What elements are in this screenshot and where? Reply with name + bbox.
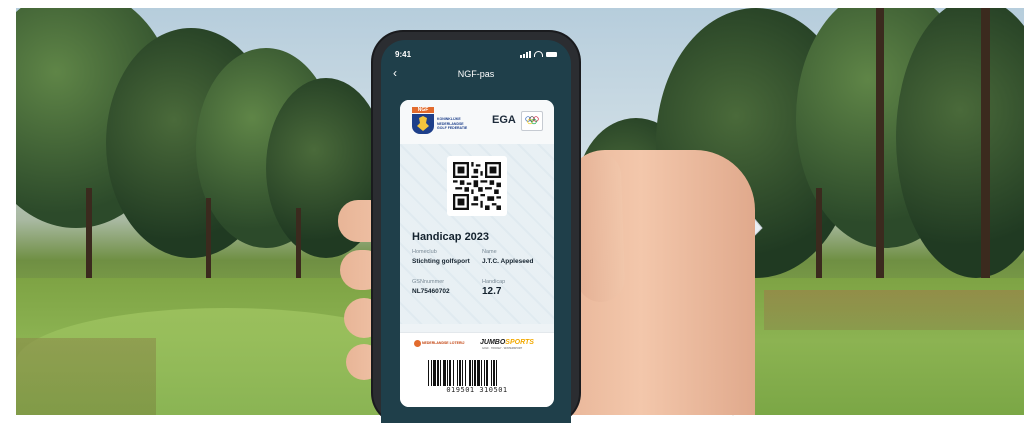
- sponsor-jumbo-suffix: SPORTS: [505, 339, 534, 346]
- sponsor-jumbo-prefix: JUMBO: [480, 339, 506, 346]
- status-time: 9:41: [395, 49, 412, 59]
- ngf-logo-icon: [412, 114, 434, 134]
- sponsor-strip: NEDERLANDSE LOTERIJ JUMBOSPORTS GOLF · H…: [400, 332, 554, 355]
- handicap-label: Handicap: [482, 279, 506, 285]
- name-value: J.T.C. Appleseed: [482, 258, 534, 265]
- rough: [16, 338, 156, 415]
- rough: [764, 290, 1024, 330]
- ngf-name: KONINKLIJKE NEDERLANDSE GOLF FEDERATIE: [437, 117, 477, 131]
- tree-trunk: [981, 8, 990, 298]
- handicap-card[interactable]: NGF KONINKLIJKE NEDERLANDSE GOLF FEDERAT…: [400, 100, 554, 407]
- ega-logo: EGA: [492, 114, 516, 126]
- card-header: NGF KONINKLIJKE NEDERLANDSE GOLF FEDERAT…: [400, 100, 554, 144]
- tree-trunk: [206, 198, 211, 283]
- handicap-value: 12.7: [482, 286, 502, 297]
- sponsor-jumbo-sub: GOLF · HOCKEY · WINTERSPORT: [482, 347, 523, 350]
- homeclub-value: Stichting golfsport: [412, 258, 470, 265]
- sponsor-jumbo: JUMBOSPORTS: [480, 339, 534, 346]
- nav-title: NGF-pas: [457, 69, 495, 79]
- smartphone: 9:41 ‹ NGF-pas NGF KONINKLIJKE NEDERLAND…: [373, 32, 579, 423]
- tree-trunk: [296, 208, 301, 283]
- barcode-number: 019501 310501: [446, 386, 508, 394]
- barcode-area: 019501 310501: [400, 354, 554, 407]
- homeclub-label: Homeclub: [412, 249, 437, 255]
- ngf-name-line: GOLF FEDERATIE: [437, 126, 468, 130]
- signal-icon: [520, 50, 531, 58]
- phone-screen: 9:41 ‹ NGF-pas NGF KONINKLIJKE NEDERLAND…: [381, 40, 571, 423]
- olympic-logo-icon: [521, 111, 543, 131]
- status-icons: [520, 50, 557, 58]
- qr-code: [447, 156, 507, 216]
- thumb: [572, 151, 626, 303]
- tree-trunk: [86, 188, 92, 283]
- sponsor-lottery: NEDERLANDSE LOTERIJ: [422, 341, 465, 345]
- gsn-value: NL75460702: [412, 288, 450, 295]
- name-label: Name: [482, 249, 497, 255]
- card-title: Handicap 2023: [412, 231, 490, 243]
- wifi-icon: [534, 51, 543, 57]
- battery-icon: [546, 51, 557, 57]
- qr-code-icon: [453, 162, 501, 210]
- status-bar: 9:41: [395, 48, 557, 60]
- ngf-tag: NGF: [412, 107, 434, 113]
- barcode-icon: [428, 360, 497, 386]
- tree-trunk: [876, 8, 884, 308]
- nav-bar: ‹ NGF-pas: [381, 66, 571, 82]
- chevron-left-icon[interactable]: ‹: [393, 66, 397, 80]
- gsn-label: GSNnummer: [412, 279, 445, 285]
- lottery-logo-icon: [414, 340, 421, 347]
